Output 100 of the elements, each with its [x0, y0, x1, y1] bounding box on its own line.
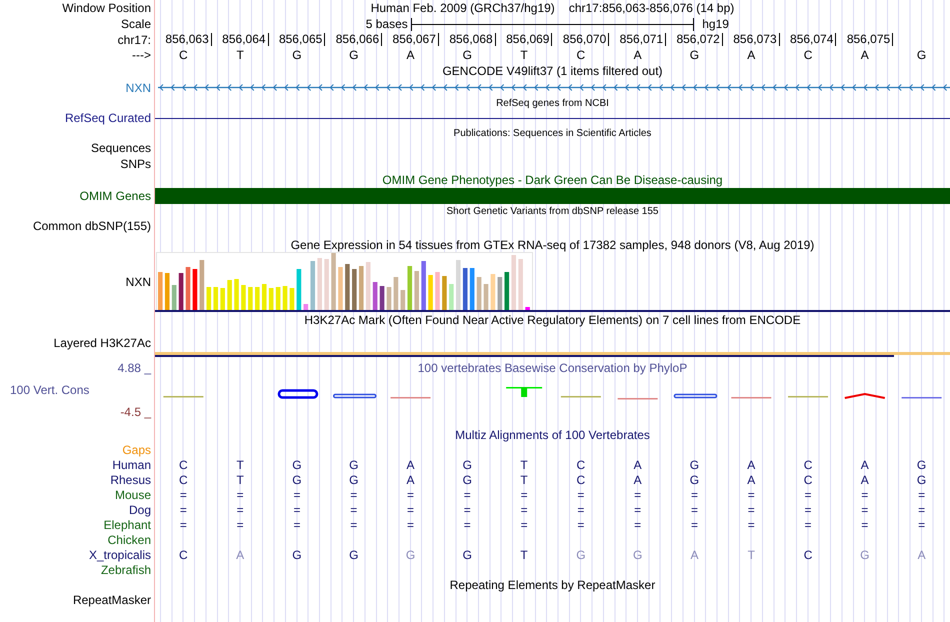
alignment-base: G	[462, 458, 472, 472]
alignment-base: G	[690, 472, 700, 486]
alignment-base: =	[804, 502, 812, 516]
position-label: 856,072	[676, 32, 720, 46]
expression-bar	[304, 304, 308, 310]
alignment-base: =	[577, 502, 584, 516]
expression-bar	[172, 285, 176, 310]
expression-bar	[324, 259, 329, 310]
species-label: Elephant	[104, 518, 151, 532]
position-label: 856,066	[336, 32, 380, 46]
expression-bar	[414, 271, 419, 310]
expression-bar	[310, 261, 316, 310]
alignment-base: G	[690, 458, 700, 472]
position-label: 856,074	[790, 32, 834, 46]
base-letter: G	[349, 48, 358, 62]
species-label: Mouse	[114, 488, 151, 502]
track-label: RefSeq Curated	[64, 111, 151, 125]
expression-bar	[345, 264, 350, 310]
expression-bar	[241, 285, 246, 310]
alignment-base: C	[179, 472, 188, 486]
alignment-base: =	[350, 518, 358, 532]
expression-bar	[227, 280, 232, 310]
alignment-base: =	[861, 502, 868, 516]
row-label: Window Position	[62, 1, 151, 15]
assembly-title: Human Feb. 2009 (GRCh37/hg19)	[370, 1, 555, 15]
base-letter: C	[804, 48, 812, 62]
alignment-base: G	[576, 548, 586, 562]
track-title: RefSeq genes from NCBI	[496, 98, 609, 108]
expression-bar	[462, 268, 468, 310]
expression-bar	[518, 259, 523, 310]
alignment-base: T	[520, 472, 528, 486]
alignment-base: =	[577, 488, 584, 502]
expression-bar	[470, 268, 474, 310]
row-label: chr17:	[118, 32, 151, 46]
row-label: Scale	[120, 17, 151, 31]
expression-bar	[290, 288, 294, 310]
position-label: 856,065	[278, 32, 322, 46]
alignment-base: G	[349, 548, 358, 562]
position-label: 856,075	[846, 32, 890, 46]
alignment-base: =	[577, 518, 584, 532]
alignment-base: G	[292, 548, 302, 562]
alignment-base: =	[861, 518, 868, 532]
expression-bar	[186, 267, 190, 310]
expression-bar	[338, 267, 343, 310]
expression-bar	[525, 307, 530, 310]
track-title: H3K27Ac Mark (Often Found Near Active Regulatory Elements) on 7 cell lines from ENCODE	[304, 313, 801, 327]
alignment-base: T	[236, 458, 244, 472]
alignment-base: A	[860, 472, 869, 486]
alignment-base: =	[407, 488, 414, 502]
alignment-base: G	[292, 458, 302, 472]
expression-bar	[358, 266, 364, 310]
alignment-base: A	[236, 548, 244, 562]
alignment-base: G	[406, 548, 416, 562]
alignment-base: =	[634, 518, 642, 532]
alignment-base: G	[292, 472, 302, 486]
alignment-base: =	[464, 502, 471, 516]
alignment-base: =	[350, 488, 358, 502]
alignment-base: A	[860, 458, 869, 472]
alignment-base: C	[804, 548, 812, 562]
expression-bar	[366, 262, 370, 310]
position-label: 856,067	[392, 32, 436, 46]
expression-bar	[380, 286, 384, 310]
expression-bar	[268, 288, 274, 310]
alignment-base: G	[349, 472, 358, 486]
expression-bar	[192, 269, 198, 310]
alignment-base: A	[406, 472, 415, 486]
alignment-base: =	[918, 502, 926, 516]
position-label: 856,073	[733, 32, 777, 46]
expression-bar	[435, 272, 440, 310]
expression-bar	[428, 275, 433, 310]
alignment-base: C	[576, 472, 586, 486]
species-label: Chicken	[108, 532, 151, 546]
base-letter: G	[916, 48, 926, 62]
expression-bar	[276, 287, 280, 310]
alignment-base: =	[407, 518, 414, 532]
track-title: Multiz Alignments of 100 Vertebrates	[455, 428, 650, 442]
alignment-base: A	[634, 458, 642, 472]
expression-bar	[296, 269, 302, 310]
track-label: SNPs	[120, 157, 151, 171]
position-label: 856,063	[165, 32, 209, 46]
track-title: Gene Expression in 54 tissues from GTEx RNA-seq of 17382 samples, 948 donors (V8, Aug 2019)	[290, 238, 814, 252]
alignment-base: =	[464, 488, 471, 502]
position-label: 856,071	[620, 32, 664, 46]
base-letter: C	[179, 48, 188, 62]
alignment-base: =	[690, 488, 698, 502]
assembly-label: hg19	[701, 17, 730, 31]
alignment-base: =	[180, 488, 187, 502]
expression-bar	[317, 258, 322, 310]
track-label: 100 Vert. Cons	[9, 382, 90, 399]
alignment-base: T	[748, 548, 755, 562]
expression-bar	[498, 277, 502, 310]
base-letter: A	[634, 48, 642, 62]
track-label: RepeatMasker	[72, 592, 151, 606]
expression-bar	[504, 272, 510, 310]
base-letter: C	[576, 48, 586, 62]
scale-text: 5 bases	[366, 17, 409, 31]
alignment-base: =	[918, 488, 926, 502]
expression-bar	[200, 260, 204, 310]
alignment-base: =	[520, 488, 528, 502]
alignment-base: A	[406, 458, 415, 472]
